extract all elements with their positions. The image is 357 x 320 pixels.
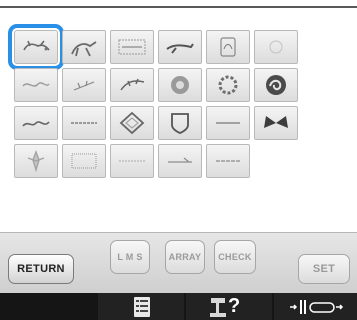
floral-band-pattern-icon: [118, 39, 146, 55]
diamond-pattern-icon: [119, 111, 145, 135]
pattern-dash-border-tile[interactable]: [206, 144, 250, 178]
dash-border-pattern-icon: [216, 160, 240, 162]
pattern-wreath-tile[interactable]: [206, 68, 250, 102]
pattern-arrow-border-tile[interactable]: [158, 144, 202, 178]
medallion-pattern-icon: [171, 76, 189, 94]
butterfly-pattern-icon: [264, 116, 288, 128]
pattern-bird-tile[interactable]: [158, 30, 202, 64]
pattern-border-tile[interactable]: [62, 106, 106, 140]
sprig-pattern-icon: [73, 80, 95, 91]
bottom-bar-blank: [0, 293, 96, 320]
pattern-deer-tile[interactable]: [206, 30, 250, 64]
top-divider: [0, 6, 357, 8]
border-pattern-icon: [71, 122, 97, 124]
set-button[interactable]: SET: [298, 254, 350, 284]
scroll-pattern-icon: [22, 121, 50, 127]
dog-pattern-icon: [23, 40, 50, 51]
lace-pattern-icon: [71, 153, 97, 169]
swirl-pattern-icon: [266, 75, 286, 95]
fleur-de-lis-pattern-icon: [27, 150, 45, 173]
pattern-horse-tile[interactable]: [62, 30, 106, 64]
help-key[interactable]: ?: [186, 293, 272, 320]
pattern-vine-tile[interactable]: [14, 68, 58, 102]
help-question-mark: ?: [228, 295, 241, 317]
pattern-medallion-tile[interactable]: [158, 68, 202, 102]
faint-motif-pattern-icon: [269, 40, 283, 54]
pattern-thin-border-tile[interactable]: [110, 144, 154, 178]
bird-pattern-icon: [166, 43, 194, 54]
pattern-grid: [4, 24, 304, 178]
leaf-pattern-icon: [120, 78, 145, 91]
pattern-diamond-tile[interactable]: [110, 106, 154, 140]
pattern-line-tile[interactable]: [206, 106, 250, 140]
arrow-border-pattern-icon: [168, 157, 192, 163]
wreath-pattern-icon: [218, 75, 238, 95]
line-pattern-icon: [216, 122, 240, 124]
bottom-toolbar: ?: [0, 293, 357, 320]
thread-key[interactable]: [274, 293, 357, 320]
deer-pattern-icon: [220, 37, 236, 57]
check-button[interactable]: CHECK: [214, 240, 256, 274]
return-button[interactable]: RETURN: [8, 254, 74, 284]
pattern-selection-screen: RETURN L M S ARRAY CHECK SET ?: [0, 0, 357, 320]
pattern-lace-tile[interactable]: [62, 144, 106, 178]
pattern-floral-band-tile[interactable]: [110, 30, 154, 64]
settings-list-icon: [134, 297, 150, 317]
pattern-dog-tile[interactable]: [8, 24, 64, 70]
pattern-fleur-de-lis-tile[interactable]: [14, 144, 58, 178]
crest-pattern-icon: [171, 113, 189, 134]
vine-pattern-icon: [22, 82, 50, 87]
array-button[interactable]: ARRAY: [165, 240, 205, 274]
settings-key[interactable]: [98, 293, 184, 320]
pattern-swirl-tile[interactable]: [254, 68, 298, 102]
thin-border-pattern-icon: [119, 160, 145, 162]
pattern-faint-motif-tile[interactable]: [254, 30, 298, 64]
pattern-scroll-tile[interactable]: [14, 106, 58, 140]
pattern-crest-tile[interactable]: [158, 106, 202, 140]
sewing-machine-help-icon: [210, 298, 226, 317]
lms-button[interactable]: L M S: [110, 240, 150, 274]
thread-bobbin-icon: [290, 300, 344, 314]
horse-pattern-icon: [71, 41, 97, 57]
pattern-butterfly-tile[interactable]: [254, 106, 298, 140]
pattern-sprig-tile[interactable]: [62, 68, 106, 102]
pattern-leaf-tile[interactable]: [110, 68, 154, 102]
